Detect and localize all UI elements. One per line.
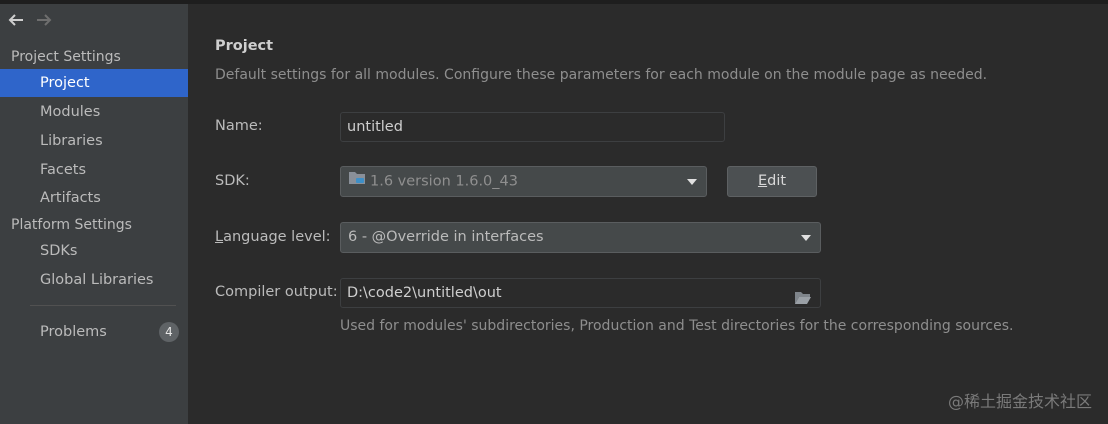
problems-count-badge: 4: [159, 322, 179, 342]
compiler-output-label: Compiler output:: [215, 284, 338, 300]
section-project-settings: Project Settings: [11, 49, 121, 65]
sdk-folder-icon: [348, 167, 366, 196]
language-level-label-rest: anguage level:: [223, 229, 331, 245]
chevron-down-icon: [687, 179, 697, 185]
sidebar-item-modules[interactable]: Modules: [0, 98, 188, 126]
edit-mnemonic: E: [757, 173, 768, 189]
sidebar-item-facets[interactable]: Facets: [0, 156, 188, 184]
compiler-output-hint: Used for modules' subdirectories, Produc…: [340, 318, 1014, 334]
nav-arrows: [7, 12, 53, 28]
language-level-value: 6 - @Override in interfaces: [348, 229, 544, 245]
sidebar-item-problems[interactable]: Problems 4: [0, 318, 188, 346]
sidebar-item-libraries[interactable]: Libraries: [0, 127, 188, 155]
edit-sdk-button[interactable]: Edit: [727, 166, 817, 197]
compiler-output-input[interactable]: D:\code2\untitled\out: [340, 278, 821, 308]
page-title: Project: [215, 38, 274, 54]
language-level-dropdown[interactable]: 6 - @Override in interfaces: [340, 222, 821, 253]
sidebar-divider: [30, 305, 176, 306]
watermark: @稀土掘金技术社区: [947, 392, 1092, 411]
section-platform-settings: Platform Settings: [11, 217, 132, 233]
sdk-value: 1.6 version 1.6.0_43: [370, 173, 518, 190]
language-level-mnemonic: L: [215, 229, 224, 245]
sidebar: Project Settings Project Modules Librari…: [0, 4, 188, 424]
back-arrow-icon[interactable]: [7, 12, 25, 28]
name-input[interactable]: untitled: [340, 112, 725, 142]
problems-label: Problems: [40, 324, 107, 340]
sdk-dropdown[interactable]: 1.6 version 1.6.0_43: [340, 166, 707, 197]
sidebar-item-artifacts[interactable]: Artifacts: [0, 184, 188, 212]
sdk-label: SDK:: [215, 173, 250, 189]
sidebar-item-global-libraries[interactable]: Global Libraries: [0, 266, 188, 294]
language-level-label: Language level:: [215, 229, 331, 245]
sidebar-item-sdks[interactable]: SDKs: [0, 237, 188, 265]
edit-label-rest: dit: [767, 173, 787, 189]
compiler-output-value: D:\code2\untitled\out: [347, 285, 502, 301]
forward-arrow-icon[interactable]: [35, 12, 53, 28]
sidebar-item-project[interactable]: Project: [0, 69, 188, 97]
folder-browse-icon[interactable]: [794, 287, 812, 315]
chevron-down-icon: [801, 235, 811, 241]
name-label: Name:: [215, 118, 263, 134]
main-content: Project Default settings for all modules…: [188, 4, 1108, 424]
page-description: Default settings for all modules. Config…: [215, 67, 988, 83]
project-structure-window: Project Settings Project Modules Librari…: [0, 0, 1108, 424]
